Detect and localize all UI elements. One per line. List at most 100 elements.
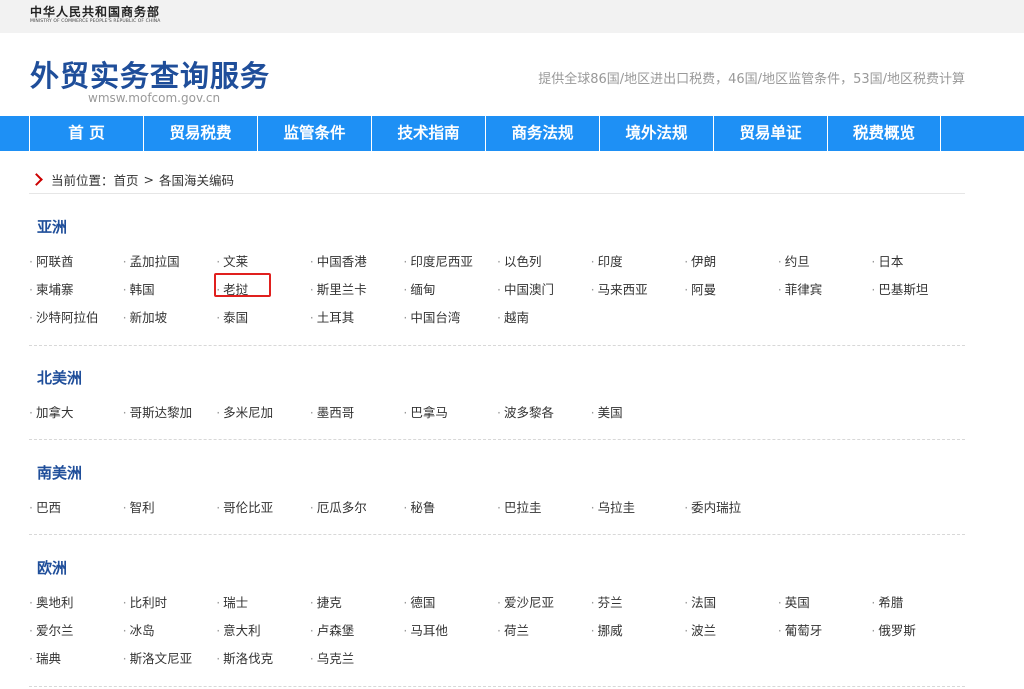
country-link[interactable]: · 土耳其 <box>310 307 355 326</box>
country-link[interactable]: · 芬兰 <box>591 592 623 611</box>
breadcrumb-home[interactable]: 首页 <box>114 170 139 189</box>
nav-item[interactable]: 商务法规 <box>485 116 599 151</box>
nav-item[interactable]: 首 页 <box>29 116 143 151</box>
country-link[interactable]: · 沙特阿拉伯 <box>29 307 99 326</box>
nav-item[interactable]: 监管条件 <box>257 116 371 151</box>
country-name: 新加坡 <box>129 310 168 325</box>
country-link[interactable]: · 波兰 <box>684 620 716 639</box>
country-link[interactable]: · 委内瑞拉 <box>684 497 741 516</box>
country-link[interactable]: · 比利时 <box>123 592 168 611</box>
main-nav: 首 页贸易税费 监管条件 技术指南 商务法规 境外法规 贸易单证 税费概览 <box>0 116 1024 151</box>
country-link[interactable]: · 韩国 <box>123 279 155 298</box>
country-link[interactable]: · 巴拉圭 <box>497 497 542 516</box>
country-link[interactable]: · 波多黎各 <box>497 402 554 421</box>
country-link[interactable]: · 卢森堡 <box>310 620 355 639</box>
bullet-icon: · <box>29 500 33 515</box>
country-link[interactable]: · 以色列 <box>497 251 542 270</box>
country-link[interactable]: · 马来西亚 <box>591 279 648 298</box>
country-name: 文莱 <box>223 254 249 269</box>
country-link[interactable]: · 意大利 <box>216 620 261 639</box>
country-link[interactable]: · 泰国 <box>216 307 248 326</box>
country-link[interactable]: · 伊朗 <box>684 251 716 270</box>
site-title[interactable]: 外贸实务查询服务 <box>30 53 270 95</box>
divider <box>29 439 965 440</box>
country-link[interactable]: · 中国澳门 <box>497 279 554 298</box>
country-link[interactable]: · 中国香港 <box>310 251 367 270</box>
country-link[interactable]: · 斯里兰卡 <box>310 279 367 298</box>
country-link[interactable]: · 冰岛 <box>123 620 155 639</box>
country-link[interactable]: · 爱沙尼亚 <box>497 592 554 611</box>
country-link[interactable]: · 英国 <box>778 592 810 611</box>
bullet-icon: · <box>309 595 314 610</box>
country-link[interactable]: · 孟加拉国 <box>123 251 180 270</box>
country-link[interactable]: · 阿联酋 <box>29 251 74 270</box>
country-name: 意大利 <box>223 623 261 638</box>
country-name: 墨西哥 <box>316 405 355 420</box>
country-link[interactable]: · 挪威 <box>591 620 623 639</box>
bullet-icon: · <box>29 310 33 325</box>
nav-item[interactable]: 境外法规 <box>599 116 713 151</box>
bullet-icon: · <box>122 500 127 515</box>
country-link[interactable]: · 约旦 <box>778 251 810 270</box>
country-link[interactable]: · 荷兰 <box>497 620 529 639</box>
country-link[interactable]: · 印度 <box>591 251 623 270</box>
country-link[interactable]: · 乌克兰 <box>310 648 355 667</box>
country-link[interactable]: · 瑞典 <box>29 648 61 667</box>
country-name: 荷兰 <box>503 623 529 638</box>
bullet-icon: · <box>216 310 221 325</box>
country-link[interactable]: · 多米尼加 <box>216 402 273 421</box>
country-link[interactable]: · 厄瓜多尔 <box>310 497 367 516</box>
country-link[interactable]: · 智利 <box>123 497 155 516</box>
nav-item[interactable]: 贸易税费 <box>143 116 257 151</box>
bullet-icon: · <box>309 623 314 638</box>
country-link[interactable]: · 马耳他 <box>403 620 448 639</box>
country-link[interactable]: · 印度尼西亚 <box>403 251 473 270</box>
country-link[interactable]: · 巴基斯坦 <box>871 279 928 298</box>
country-link[interactable]: · 希腊 <box>871 592 903 611</box>
nav-item[interactable]: 贸易单证 <box>713 116 827 151</box>
country-link[interactable]: · 日本 <box>871 251 903 270</box>
nav-item[interactable]: 技术指南 <box>371 116 485 151</box>
country-link[interactable]: · 越南 <box>497 307 529 326</box>
bullet-icon: · <box>403 405 408 420</box>
country-link[interactable]: · 瑞士 <box>216 592 248 611</box>
country-name: 孟加拉国 <box>129 254 180 269</box>
country-name: 美国 <box>597 405 623 420</box>
country-link[interactable]: · 乌拉圭 <box>591 497 636 516</box>
bullet-icon: · <box>497 623 501 638</box>
country-link[interactable]: · 加拿大 <box>29 402 74 421</box>
country-link[interactable]: · 秘鲁 <box>403 497 435 516</box>
country-link[interactable]: · 爱尔兰 <box>29 620 74 639</box>
country-name: 英国 <box>784 595 810 610</box>
country-link[interactable]: · 巴拿马 <box>403 402 448 421</box>
country-name: 巴基斯坦 <box>878 282 929 297</box>
country-link[interactable]: · 斯洛文尼亚 <box>123 648 193 667</box>
country-link[interactable]: · 哥斯达黎加 <box>123 402 193 421</box>
country-link[interactable]: · 菲律宾 <box>778 279 823 298</box>
country-link[interactable]: · 葡萄牙 <box>778 620 823 639</box>
country-link[interactable]: · 墨西哥 <box>310 402 355 421</box>
country-name: 斯洛文尼亚 <box>129 651 193 666</box>
country-link[interactable]: · 哥伦比亚 <box>216 497 273 516</box>
country-link[interactable]: · 奥地利 <box>29 592 74 611</box>
bullet-icon: · <box>497 310 501 325</box>
country-link[interactable]: · 斯洛伐克 <box>216 648 273 667</box>
country-link[interactable]: · 德国 <box>403 592 435 611</box>
country-link[interactable]: · 文莱 <box>216 251 248 270</box>
country-link[interactable]: · 美国 <box>591 402 623 421</box>
bullet-icon: · <box>216 595 221 610</box>
country-link[interactable]: · 捷克 <box>310 592 342 611</box>
country-link[interactable]: · 中国台湾 <box>403 307 460 326</box>
country-link[interactable]: · 缅甸 <box>403 279 435 298</box>
bullet-icon: · <box>684 623 689 638</box>
country-link[interactable]: · 新加坡 <box>123 307 168 326</box>
country-link[interactable]: · 法国 <box>684 592 716 611</box>
site-url: wmsw.mofcom.gov.cn <box>88 91 221 105</box>
country-name: 秘鲁 <box>410 500 436 515</box>
nav-item[interactable]: 税费概览 <box>827 116 941 151</box>
country-link[interactable]: · 巴西 <box>29 497 61 516</box>
country-link[interactable]: · 柬埔寨 <box>29 279 74 298</box>
country-link[interactable]: · 阿曼 <box>684 279 716 298</box>
ministry-logo[interactable]: 中华人民共和国商务部 MINISTRY OF COMMERCE PEOPLE'S… <box>30 5 160 25</box>
country-link[interactable]: · 俄罗斯 <box>871 620 916 639</box>
